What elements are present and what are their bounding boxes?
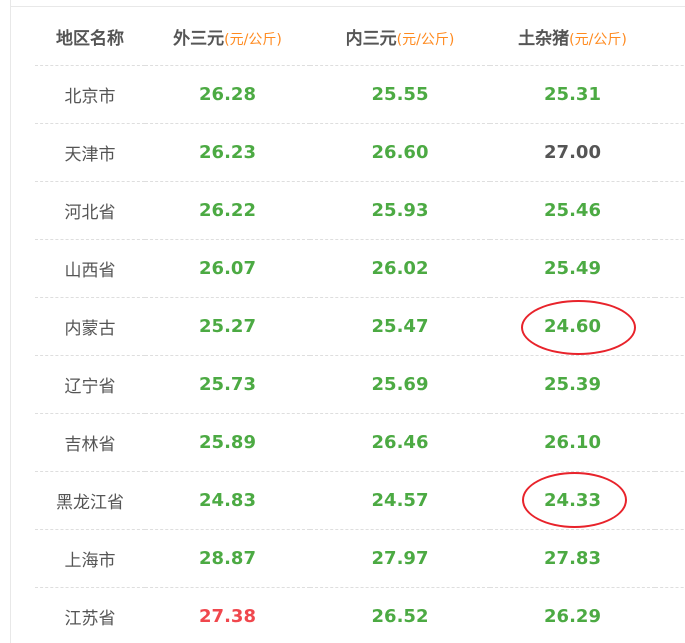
table-row: 上海市 28.87 27.97 27.83 [35, 529, 685, 588]
table-row: 山西省 26.07 26.02 25.49 [35, 239, 685, 298]
nei-san-yuan-price: 25.47 [310, 297, 490, 356]
tu-za-zhu-price: 25.39 [490, 355, 655, 414]
truncated-cell [655, 123, 685, 182]
tu-za-zhu-price: 25.49 [490, 239, 655, 298]
truncated-cell [655, 355, 685, 414]
tu-za-zhu-price: 26.10 [490, 413, 655, 472]
wai-san-yuan-price: 26.23 [145, 123, 310, 182]
tu-za-zhu-price: 25.46 [490, 181, 655, 240]
nei-san-yuan-price: 25.93 [310, 181, 490, 240]
table-row: 北京市 26.28 25.55 25.31 [35, 65, 685, 124]
tu-za-zhu-price: 25.31 [490, 65, 655, 124]
header-unit: (元/公斤) [224, 31, 282, 48]
wai-san-yuan-price: 26.07 [145, 239, 310, 298]
header-label: 土杂猪 [518, 28, 570, 49]
region-cell: 山西省 [35, 239, 145, 298]
wai-san-yuan-price: 26.22 [145, 181, 310, 240]
tu-za-zhu-price: 27.83 [490, 529, 655, 588]
price-table-panel: 地区名称 外三元(元/公斤) 内三元(元/公斤) 土杂猪(元/公斤) 玉 北京市 [0, 0, 685, 643]
table-row: 吉林省 25.89 26.46 26.10 [35, 413, 685, 472]
region-cell: 上海市 [35, 529, 145, 588]
wai-san-yuan-price: 27.38 [145, 587, 310, 643]
truncated-cell [655, 297, 685, 356]
region-cell: 吉林省 [35, 413, 145, 472]
header-wai-san-yuan: 外三元(元/公斤) [145, 7, 310, 66]
nei-san-yuan-price: 24.57 [310, 471, 490, 530]
region-cell: 北京市 [35, 65, 145, 124]
table-row: 辽宁省 25.73 25.69 25.39 [35, 355, 685, 414]
tu-za-zhu-price: 26.29 [490, 587, 655, 643]
nei-san-yuan-price: 25.55 [310, 65, 490, 124]
nei-san-yuan-price: 27.97 [310, 529, 490, 588]
header-label: 内三元 [345, 28, 397, 49]
wai-san-yuan-price: 24.83 [145, 471, 310, 530]
table-row: 天津市 26.23 26.60 27.00 [35, 123, 685, 182]
wai-san-yuan-price: 25.73 [145, 355, 310, 414]
truncated-cell [655, 65, 685, 124]
header-label: 外三元 [173, 28, 225, 49]
wai-san-yuan-price: 25.89 [145, 413, 310, 472]
region-cell: 江苏省 [35, 587, 145, 643]
region-cell: 天津市 [35, 123, 145, 182]
header-nei-san-yuan: 内三元(元/公斤) [310, 7, 490, 66]
header-region: 地区名称 [35, 7, 145, 66]
truncated-cell [655, 181, 685, 240]
truncated-cell [655, 239, 685, 298]
header-unit: (元/公斤) [396, 31, 455, 48]
panel-left-border [10, 0, 11, 643]
truncated-cell [655, 471, 685, 530]
wai-san-yuan-price: 25.27 [145, 297, 310, 356]
wai-san-yuan-price: 28.87 [145, 529, 310, 588]
table-header-row: 地区名称 外三元(元/公斤) 内三元(元/公斤) 土杂猪(元/公斤) 玉 [35, 7, 685, 66]
header-truncated-column: 玉 [655, 7, 685, 66]
truncated-cell [655, 587, 685, 643]
table-row: 河北省 26.22 25.93 25.46 [35, 181, 685, 240]
header-unit: (元/公斤) [569, 31, 627, 48]
nei-san-yuan-price: 25.69 [310, 355, 490, 414]
nei-san-yuan-price: 26.60 [310, 123, 490, 182]
nei-san-yuan-price: 26.46 [310, 413, 490, 472]
header-tu-za-zhu: 土杂猪(元/公斤) [490, 7, 655, 66]
nei-san-yuan-price: 26.02 [310, 239, 490, 298]
region-cell: 河北省 [35, 181, 145, 240]
nei-san-yuan-price: 26.52 [310, 587, 490, 643]
region-cell: 内蒙古 [35, 297, 145, 356]
truncated-cell [655, 529, 685, 588]
highlight-circle-heilongjiang [522, 472, 627, 528]
wai-san-yuan-price: 26.28 [145, 65, 310, 124]
region-cell: 辽宁省 [35, 355, 145, 414]
truncated-cell [655, 413, 685, 472]
header-label: 地区名称 [56, 28, 124, 49]
tu-za-zhu-price: 27.00 [490, 123, 655, 182]
highlight-circle-neimenggu [521, 300, 636, 355]
region-cell: 黑龙江省 [35, 471, 145, 530]
table-row: 江苏省 27.38 26.52 26.29 [35, 587, 685, 643]
